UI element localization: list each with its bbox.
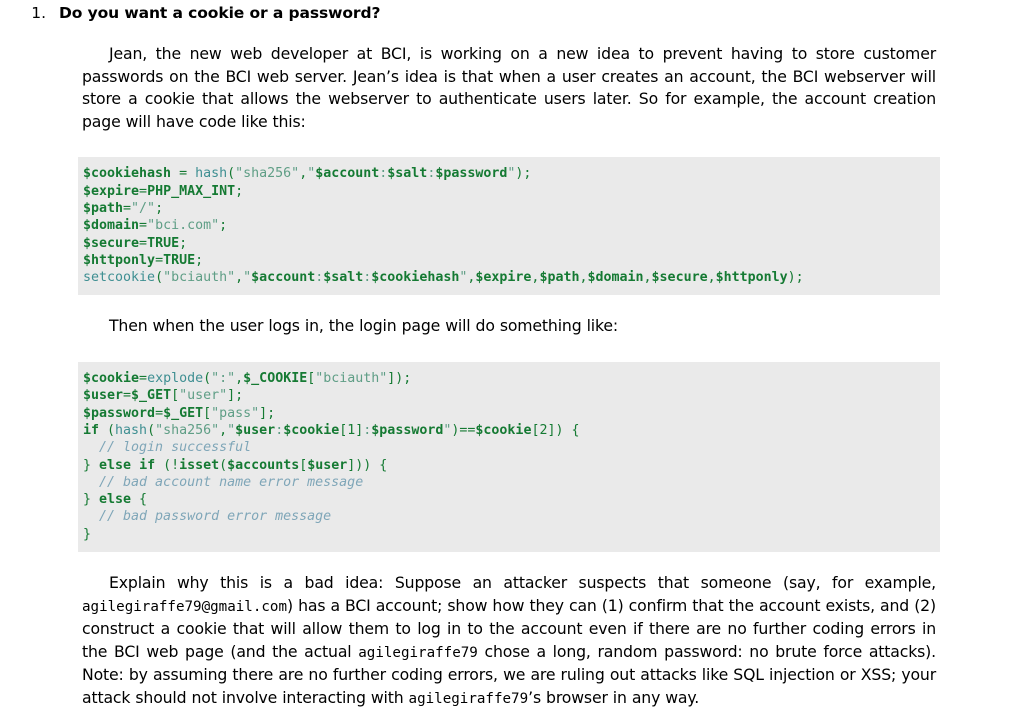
intro-paragraph-block: Jean, the new web developer at BCI, is w… bbox=[0, 23, 1020, 133]
code-line: $domain="bci.com"; bbox=[83, 218, 228, 234]
code-line: $cookie=explode(":",$_COOKIE["bciauth"])… bbox=[83, 371, 412, 387]
code-line: // bad password error message bbox=[99, 509, 332, 525]
attacker-target-username-1: agilegiraffe79 bbox=[358, 644, 478, 661]
code-line: $httponly=TRUE; bbox=[83, 252, 204, 268]
between-paragraph-text: Then when the user logs in, the login pa… bbox=[109, 316, 619, 336]
problem-heading: 1. Do you want a cookie or a password? bbox=[0, 0, 1020, 23]
problem-number: 1. bbox=[31, 4, 46, 22]
code-line: $password=$_GET["pass"]; bbox=[83, 405, 276, 421]
code-line: setcookie("bciauth","$account:$salt:$coo… bbox=[83, 270, 804, 286]
code-line: } else { bbox=[83, 492, 148, 508]
attacker-target-username-2: agilegiraffe79 bbox=[408, 690, 529, 707]
code-block-2-content: $cookie=explode(":",$_COOKIE["bciauth"])… bbox=[78, 362, 940, 553]
question-paragraph-block: Explain why this is a bad idea: Suppose … bbox=[0, 552, 1020, 711]
code-line: } bbox=[83, 526, 92, 542]
code-line: if (hash("sha256","$user:$cookie[1]:$pas… bbox=[83, 422, 580, 438]
document-page: 1. Do you want a cookie or a password? J… bbox=[0, 0, 1020, 718]
code-line: // login successful bbox=[99, 440, 252, 456]
code-line: $expire=PHP_MAX_INT; bbox=[83, 183, 244, 199]
question-paragraph: Explain why this is a bad idea: Suppose … bbox=[82, 552, 936, 711]
intro-paragraph: Jean, the new web developer at BCI, is w… bbox=[82, 23, 936, 133]
code-block-account-creation: $cookiehash = hash("sha256","$account:$s… bbox=[78, 157, 940, 296]
code-line: } else if (!isset($accounts[$user])) { bbox=[83, 457, 388, 473]
intro-paragraph-text: Jean, the new web developer at BCI, is w… bbox=[82, 44, 936, 131]
page-title: Do you want a cookie or a password? bbox=[59, 4, 381, 22]
between-paragraph-block: Then when the user logs in, the login pa… bbox=[0, 295, 1020, 338]
code-line: // bad account name error message bbox=[99, 474, 364, 490]
attacker-target-email: agilegiraffe79@gmail.com bbox=[82, 598, 287, 615]
code-line: $cookiehash = hash("sha256","$account:$s… bbox=[83, 166, 532, 182]
question-text-part-4: ’s browser in any way. bbox=[528, 687, 700, 707]
code-line: $path="/"; bbox=[83, 200, 164, 216]
between-paragraph: Then when the user logs in, the login pa… bbox=[82, 295, 936, 338]
code-block-login: $cookie=explode(":",$_COOKIE["bciauth"])… bbox=[78, 362, 940, 553]
code-line: $user=$_GET["user"]; bbox=[83, 388, 244, 404]
code-block-1-content: $cookiehash = hash("sha256","$account:$s… bbox=[78, 157, 940, 296]
question-text-part-1: Explain why this is a bad idea: Suppose … bbox=[109, 573, 936, 593]
code-line: $secure=TRUE; bbox=[83, 235, 188, 251]
